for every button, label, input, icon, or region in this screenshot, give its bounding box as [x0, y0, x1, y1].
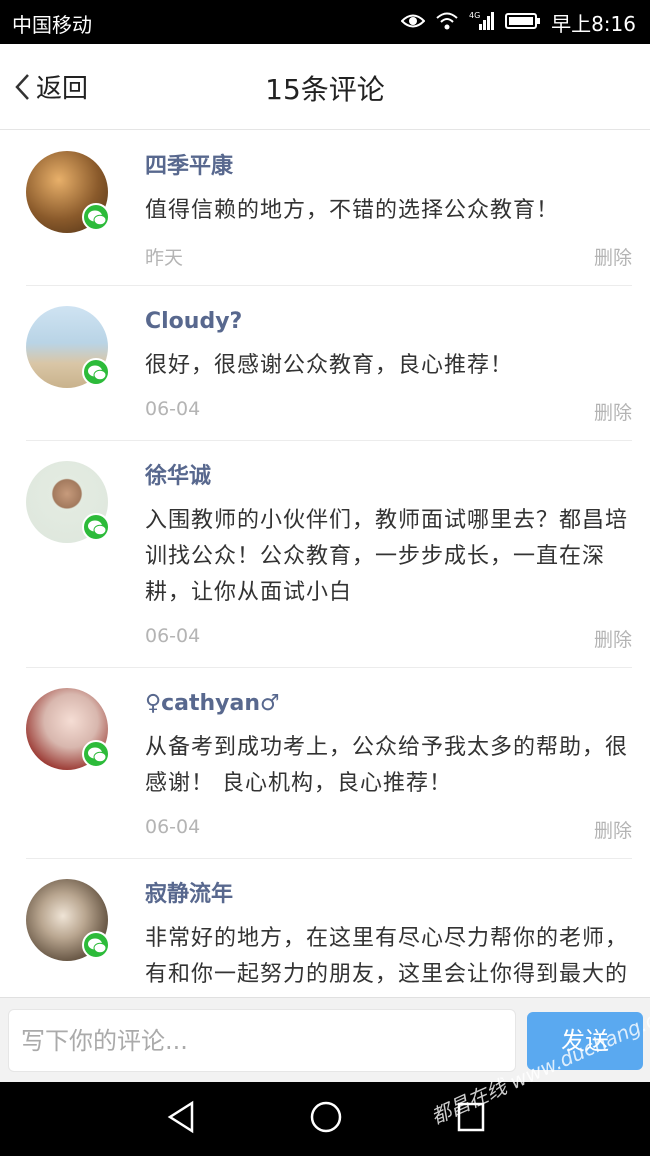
comment-text: 非常好的地方，在这里有尽心尽力帮你的老师，有和你一起努力的朋友，这里会让你得到最…	[145, 926, 629, 987]
system-nav-bar	[0, 1082, 650, 1156]
comment-date: 06-04	[145, 816, 201, 838]
comment-date: 06-04	[145, 625, 201, 647]
wechat-icon	[82, 203, 110, 231]
comment-input[interactable]	[8, 1009, 516, 1072]
carrier-label: 中国移动	[12, 13, 92, 37]
status-bar: 中国移动 4G 早上8:16	[0, 0, 650, 44]
wechat-icon	[82, 513, 110, 541]
comment-item: ♀cathyan♂ 从备考到成功考上，公众给予我太多的帮助，很感谢！ 良心机构，…	[26, 668, 632, 859]
comment-author[interactable]: 四季平康	[145, 151, 632, 183]
comment-list[interactable]: 四季平康 值得信赖的地方，不错的选择公众教育！ 昨天 删除 Cloudy? 很好…	[0, 131, 650, 997]
eye-icon	[400, 11, 426, 35]
delete-button[interactable]: 删除	[594, 625, 632, 652]
comment-text: 很好，很感谢公众教育，良心推荐！	[145, 353, 514, 378]
battery-icon	[505, 11, 541, 35]
comment-date: 昨天	[145, 247, 184, 269]
comment-item: Cloudy? 很好，很感谢公众教育，良心推荐！ 06-04 删除	[26, 286, 632, 441]
comment-date: 06-04	[145, 398, 201, 420]
wechat-icon	[82, 740, 110, 768]
home-circle-icon[interactable]	[309, 1100, 343, 1138]
delete-button[interactable]: 删除	[594, 243, 632, 270]
wechat-icon	[82, 931, 110, 959]
back-triangle-icon[interactable]	[166, 1100, 196, 1138]
svg-text:4G: 4G	[469, 11, 480, 20]
comment-text: 从备考到成功考上，公众给予我太多的帮助，很感谢！ 良心机构，良心推荐！	[145, 735, 629, 796]
comment-author[interactable]: 徐华诚	[145, 461, 632, 493]
delete-button[interactable]: 删除	[594, 816, 632, 843]
comment-item: 寂静流年 非常好的地方，在这里有尽心尽力帮你的老师，有和你一起努力的朋友，这里会…	[26, 859, 632, 997]
clock: 早上8:16	[551, 12, 636, 36]
comment-author[interactable]: ♀cathyan♂	[145, 688, 632, 720]
wifi-icon	[435, 11, 459, 35]
comment-item: 徐华诚 入围教师的小伙伴们，教师面试哪里去？都昌培训找公众！公众教育，一步步成长…	[26, 441, 632, 668]
nav-bar: 返回 15条评论	[0, 44, 650, 130]
delete-button[interactable]: 删除	[594, 398, 632, 425]
comment-text: 值得信赖的地方，不错的选择公众教育！	[145, 198, 560, 223]
page-title: 15条评论	[265, 73, 385, 106]
status-icons: 4G 早上8:16	[400, 8, 636, 37]
comment-author[interactable]: Cloudy?	[145, 306, 632, 338]
wechat-icon	[82, 358, 110, 386]
comment-text: 入围教师的小伙伴们，教师面试哪里去？都昌培训找公众！公众教育，一步步成长，一直在…	[145, 508, 629, 605]
comment-author[interactable]: 寂静流年	[145, 879, 632, 911]
cell-signal-icon: 4G	[469, 10, 495, 35]
comment-item: 四季平康 值得信赖的地方，不错的选择公众教育！ 昨天 删除	[26, 131, 632, 286]
